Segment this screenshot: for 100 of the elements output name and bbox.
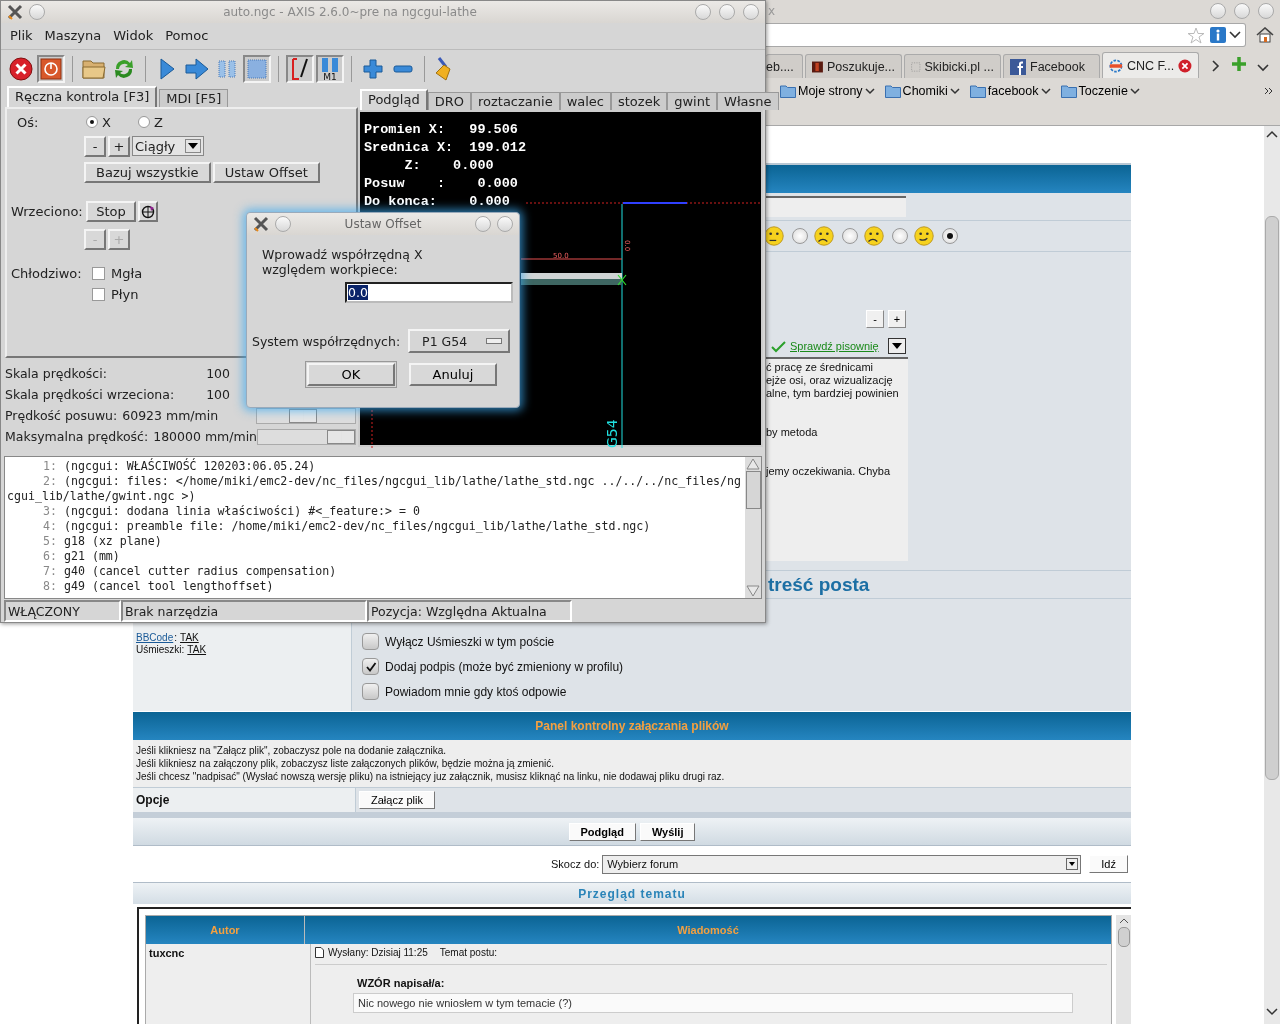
radio-button[interactable] [792,228,808,244]
tab[interactable]: walec [559,92,611,111]
radio-button[interactable] [892,228,908,244]
info-icon[interactable] [1210,27,1226,43]
window-menu-button[interactable] [29,3,45,20]
tab[interactable]: stozek [611,92,668,111]
browser-tab[interactable]: Skibicki.pl ... [904,54,1001,78]
menu-item[interactable]: Plik [10,28,33,44]
value-field[interactable]: 0.0 [345,282,513,303]
power-icon[interactable] [37,55,65,84]
message-text[interactable]: ć pracę ze średnicami ejże osi, oraz wizualizację alne, tym bardziej powinien by metoda jemy oczekiwania. Chyba [766,357,908,561]
coolant-label: Chłodziwo: [11,266,83,282]
checkbox[interactable] [362,633,379,650]
bbcode-link[interactable]: BBCode [136,632,174,643]
setting-label: Uśmieszki [136,644,182,655]
ok-button[interactable]: OK [307,363,395,386]
info-text: Jeśli chcesz "nadpisać" (Wysłać nowszą wersję pliku) na istniejący juz załącznik, musisz kliknąć na linku, nie dodawaj pliku drugi raz. [136,770,726,783]
slash-icon[interactable] [286,55,314,84]
bars-icon[interactable]: M1 [316,55,344,84]
window-menu-button[interactable] [275,216,291,232]
star-icon[interactable] [1187,26,1205,44]
tab[interactable]: Podgląd [360,89,428,111]
tab[interactable]: Własne [717,92,779,111]
spellcheck-link[interactable]: Sprawdź pisownię [790,340,879,352]
close-button[interactable] [743,3,759,20]
close-button[interactable] [1258,3,1274,19]
slider[interactable] [257,428,356,445]
minimize-button[interactable] [1210,3,1226,19]
browser-tab[interactable]: Facebook [1003,54,1100,78]
subject-field[interactable] [766,196,906,217]
tab-list-icon[interactable] [1257,64,1269,72]
spindle-direction-button[interactable] [138,201,158,223]
menu-item[interactable]: Pomoc [165,28,209,44]
radio-button[interactable] [942,228,958,244]
checkbox[interactable] [362,683,379,700]
coordinate-system-select[interactable]: P1 G54 [408,329,511,353]
attach-file-button[interactable]: Załącz plik [359,791,435,809]
submit-button[interactable]: Wyślij [639,822,696,841]
increase-size-button[interactable]: + [888,310,906,328]
cancel-button[interactable]: Anuluj [409,363,497,386]
chevron-right-icon[interactable] [1211,60,1221,72]
tab[interactable]: roztaczanie [470,92,560,111]
decrease-size-button[interactable]: - [866,310,884,328]
menu-item[interactable]: Maszyna [44,28,102,44]
browser-tab[interactable]: eb.... [766,54,803,78]
bookmark-folder[interactable]: facebook [969,84,1051,98]
bookmark-folder[interactable]: Chomiki [884,84,960,98]
radio-button[interactable] [842,228,858,244]
scroll-thumb[interactable] [1117,927,1130,947]
scrollbar[interactable] [745,457,761,599]
go-button[interactable]: Idź [1089,855,1128,873]
submit-button[interactable]: Podgląd [568,822,636,841]
tab[interactable]: gwint [667,92,718,111]
jog-mode-select[interactable]: Ciągły [132,136,204,157]
touch-off-button[interactable]: Ustaw Offset [212,162,320,184]
code-line: 4: (ngcgui: preamble file: /home/miki/emc2-dev/nc_files/ngcgui_lib/lathe/lathe_std.ngc) [42,519,652,535]
menu-item[interactable]: Widok [113,28,154,44]
minimize-button[interactable] [695,3,711,20]
scroll-down-icon[interactable] [1266,1008,1278,1016]
maximize-button[interactable] [1234,3,1250,19]
forum-select[interactable]: Wybierz forum [602,854,1082,874]
browser-tab[interactable]: CNC F... [1102,52,1199,78]
scroll-up-icon[interactable] [1266,130,1278,138]
checkbox[interactable] [362,658,379,675]
axis-radio[interactable]: X [86,114,136,130]
close-tab-icon[interactable] [1178,57,1192,74]
new-tab-icon[interactable] [1231,56,1247,72]
tab[interactable]: Ręczna kontrola [F3] [7,86,158,108]
smiley-icon [814,226,834,246]
close-button[interactable] [497,216,513,232]
jog-minus-button[interactable]: - [84,135,106,157]
scroll-up-icon[interactable] [1118,917,1129,925]
scroll-thumb[interactable] [1265,216,1279,780]
setting-value-link[interactable]: TAK [187,644,207,655]
coolant-checkbox[interactable]: Płyn [92,287,143,303]
minimize-button[interactable] [475,216,491,232]
bookmark-folder[interactable]: Toczenie [1060,84,1140,98]
code-line: 5: g18 (xz plane) [42,534,163,550]
home-all-button[interactable]: Bazuj wszystkie [84,162,211,184]
scrollbar[interactable] [1264,126,1280,1024]
axis-radio[interactable]: Z [138,114,188,130]
square-icon[interactable] [243,55,271,84]
dropdown-icon[interactable] [888,338,906,354]
bookmark-folder[interactable]: Moje strony [780,84,875,98]
address-field[interactable] [766,23,1246,47]
spindle-stop-button[interactable]: Stop [86,201,136,223]
maximize-button[interactable] [719,3,735,20]
scroll-thumb[interactable] [745,471,761,510]
dropdown-icon[interactable] [1229,31,1241,39]
code-line: 1: (ngcgui: WŁAŚCIWOŚĆ 120203:06.05.24) [42,459,317,475]
jog-plus-button[interactable]: + [108,135,130,157]
setting-value-link[interactable]: TAK [180,632,199,643]
tab[interactable]: DRO [427,92,471,111]
dro-readout: Srednica X: 199.012 [364,139,527,158]
stop-sign-icon[interactable] [7,55,35,84]
browser-tab[interactable]: Poszukuje... [805,54,902,78]
tab[interactable]: MDI [F5] [159,89,229,108]
more-bookmarks-icon[interactable] [1264,87,1274,95]
home-icon[interactable] [1256,27,1274,43]
coolant-checkbox[interactable]: Mgła [92,266,143,282]
